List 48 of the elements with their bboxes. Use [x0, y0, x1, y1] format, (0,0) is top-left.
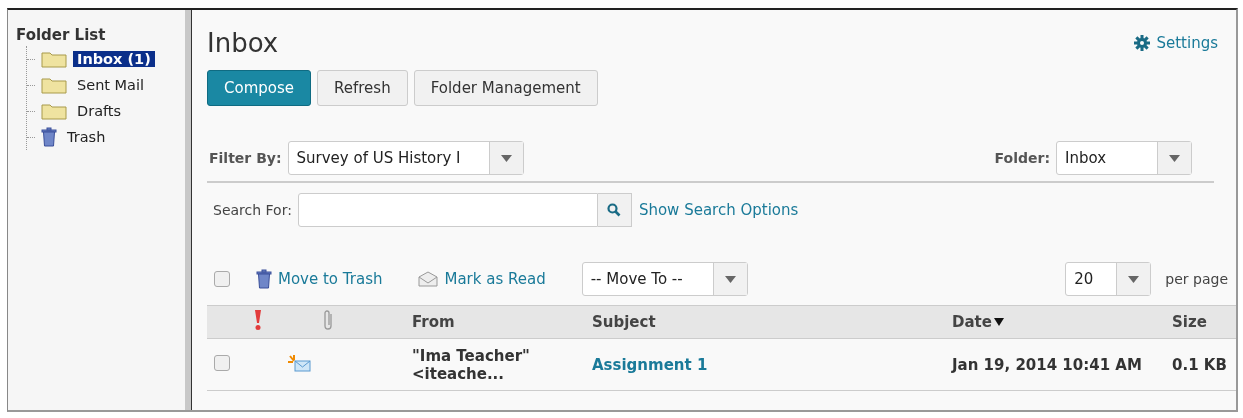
move-to-trash-link[interactable]: Move to Trash	[256, 269, 383, 289]
column-header[interactable]: Subject	[592, 313, 952, 331]
row-checkbox[interactable]	[214, 354, 230, 371]
folder-dropdown[interactable]: Inbox	[1056, 141, 1192, 175]
toolbar-button[interactable]: Refresh	[317, 70, 408, 106]
settings-link[interactable]: Settings	[1134, 34, 1218, 52]
folder-label: Folder:	[994, 150, 1050, 166]
folder-item[interactable]: Drafts	[73, 103, 126, 119]
folder-icon	[41, 50, 67, 68]
folder-item[interactable]: Trash	[63, 129, 110, 145]
caret-icon	[1128, 275, 1140, 283]
folder-item[interactable]: Inbox (1)	[73, 51, 155, 67]
folder-item[interactable]: Sent Mail	[73, 77, 149, 93]
caret-icon	[724, 275, 736, 283]
mark-as-read-link[interactable]: Mark as Read	[418, 270, 546, 288]
search-button[interactable]	[597, 193, 632, 227]
select-all-checkbox[interactable]	[214, 271, 230, 287]
envelope-icon	[418, 271, 439, 287]
column-header[interactable]: From	[412, 313, 592, 331]
sidebar-title: Folder List	[16, 26, 107, 44]
search-field[interactable]	[297, 193, 598, 227]
caret-icon	[500, 154, 512, 162]
filter-dropdown[interactable]: Survey of US History I	[287, 141, 524, 175]
caret-icon	[1169, 154, 1180, 162]
move-to-dropdown[interactable]: -- Move To --	[581, 262, 748, 296]
search-icon	[607, 203, 622, 217]
size-cell-text: 0.1 KB	[1172, 355, 1228, 374]
toolbar-button[interactable]: Compose	[207, 70, 311, 106]
gear-icon	[1134, 35, 1151, 51]
page-size-dropdown[interactable]: 20	[1065, 262, 1152, 296]
sender-cell-text: "Ima Teacher" <iteache...	[412, 346, 531, 383]
exclamation-icon	[253, 309, 263, 331]
trash-icon	[256, 269, 272, 289]
folder-icon	[41, 102, 67, 120]
column-header[interactable]: Date	[952, 313, 1004, 331]
date-cell-text: Jan 19, 2014 10:41 AM	[952, 355, 1143, 374]
filter-label: Filter By:	[209, 150, 282, 166]
page-title: Inbox	[207, 28, 279, 58]
toolbar-button[interactable]: Folder Management	[413, 70, 598, 106]
subject-link[interactable]: Assignment 1	[592, 355, 952, 374]
trash-icon	[41, 127, 57, 147]
folder-icon	[41, 76, 67, 94]
sort-down-icon	[993, 318, 1004, 326]
search-options-link[interactable]: Show Search Options	[638, 201, 799, 219]
paperclip-icon	[322, 309, 334, 331]
search-label: Search For:	[213, 202, 292, 218]
per-page-label: per page	[1165, 271, 1228, 287]
column-header[interactable]: Size	[1172, 313, 1236, 331]
